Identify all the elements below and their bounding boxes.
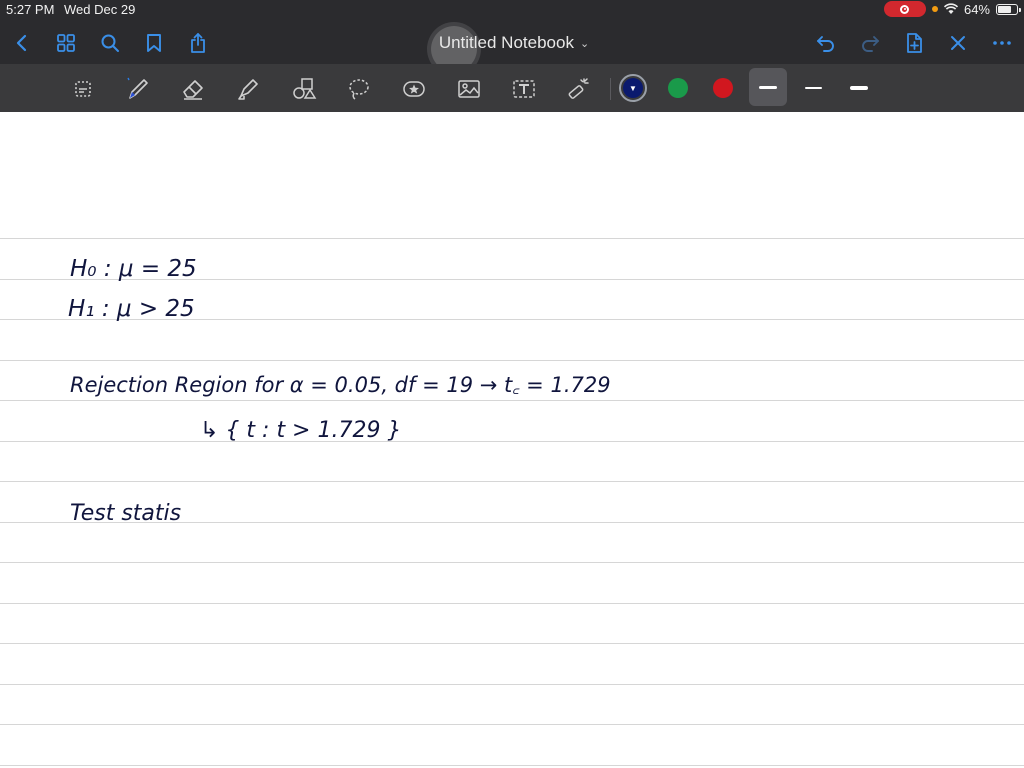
lasso-icon[interactable]: [342, 72, 376, 106]
battery-percent: 64%: [963, 1, 990, 17]
shapes-icon[interactable]: [287, 72, 321, 106]
nav-bar: Untitled Notebook ⌄: [0, 22, 1024, 72]
redo-icon[interactable]: [857, 30, 883, 56]
add-page-icon[interactable]: [901, 30, 927, 56]
screen-recording-icon[interactable]: [883, 1, 926, 17]
highlighter-icon[interactable]: [231, 72, 265, 106]
null-hypothesis: H₀ : μ = 25: [70, 256, 197, 282]
handwriting-layer: H₀ : μ = 25 H₁ : μ > 25 Rejection Region…: [68, 256, 611, 526]
toolbar-divider: [610, 78, 611, 100]
chevron-down-icon: ▼: [629, 83, 637, 93]
text-icon[interactable]: [507, 72, 541, 106]
search-icon[interactable]: [97, 30, 123, 56]
bookmark-icon[interactable]: [141, 30, 167, 56]
alternative-hypothesis: H₁ : μ > 25: [68, 296, 195, 322]
battery-icon: [996, 3, 1021, 15]
stroke-width-thin[interactable]: [759, 86, 777, 89]
color-red-swatch[interactable]: [713, 78, 733, 98]
color-navy-swatch[interactable]: ▼: [623, 78, 643, 98]
wifi-icon: [943, 3, 958, 14]
notebook-title-text: Untitled Notebook: [438, 33, 574, 52]
pen-icon[interactable]: [121, 72, 155, 106]
drawing-toolbar: ▼: [0, 64, 1024, 112]
rejection-region-line: Rejection Region for α = 0.05, df = 19 →…: [70, 373, 611, 397]
app-chrome: 5:27 PM Wed Dec 29 64% Untitled Notebook…: [0, 0, 1024, 72]
status-time: 5:27 PM: [6, 2, 55, 17]
status-bar: 5:27 PM Wed Dec 29 64%: [0, 0, 1024, 20]
close-icon[interactable]: [945, 30, 971, 56]
chevron-down-icon: ⌄: [579, 37, 590, 50]
grid-icon[interactable]: [53, 30, 79, 56]
test-statistic-heading: Test statis: [70, 501, 181, 526]
status-right-group: 64%: [883, 1, 1021, 17]
notebook-page[interactable]: H₀ : μ = 25 H₁ : μ > 25 Rejection Region…: [0, 112, 1024, 768]
color-green-swatch[interactable]: [668, 78, 688, 98]
stroke-width-medium[interactable]: [805, 87, 822, 89]
notebook-title[interactable]: Untitled Notebook ⌄: [418, 24, 610, 62]
back-icon[interactable]: [9, 30, 35, 56]
undo-icon[interactable]: [813, 30, 839, 56]
laser-pointer-icon[interactable]: [562, 72, 596, 106]
mic-indicator-icon: [931, 6, 938, 12]
lasso-select-icon[interactable]: [66, 72, 100, 106]
status-date: Wed Dec 29: [64, 2, 136, 17]
image-icon[interactable]: [452, 72, 486, 106]
more-icon[interactable]: [989, 30, 1015, 56]
eraser-icon[interactable]: [176, 72, 210, 106]
sticker-icon[interactable]: [397, 72, 431, 106]
share-icon[interactable]: [185, 30, 211, 56]
rejection-set: ↳ { t : t > 1.729 }: [200, 418, 401, 443]
stroke-width-thick[interactable]: [850, 86, 868, 90]
